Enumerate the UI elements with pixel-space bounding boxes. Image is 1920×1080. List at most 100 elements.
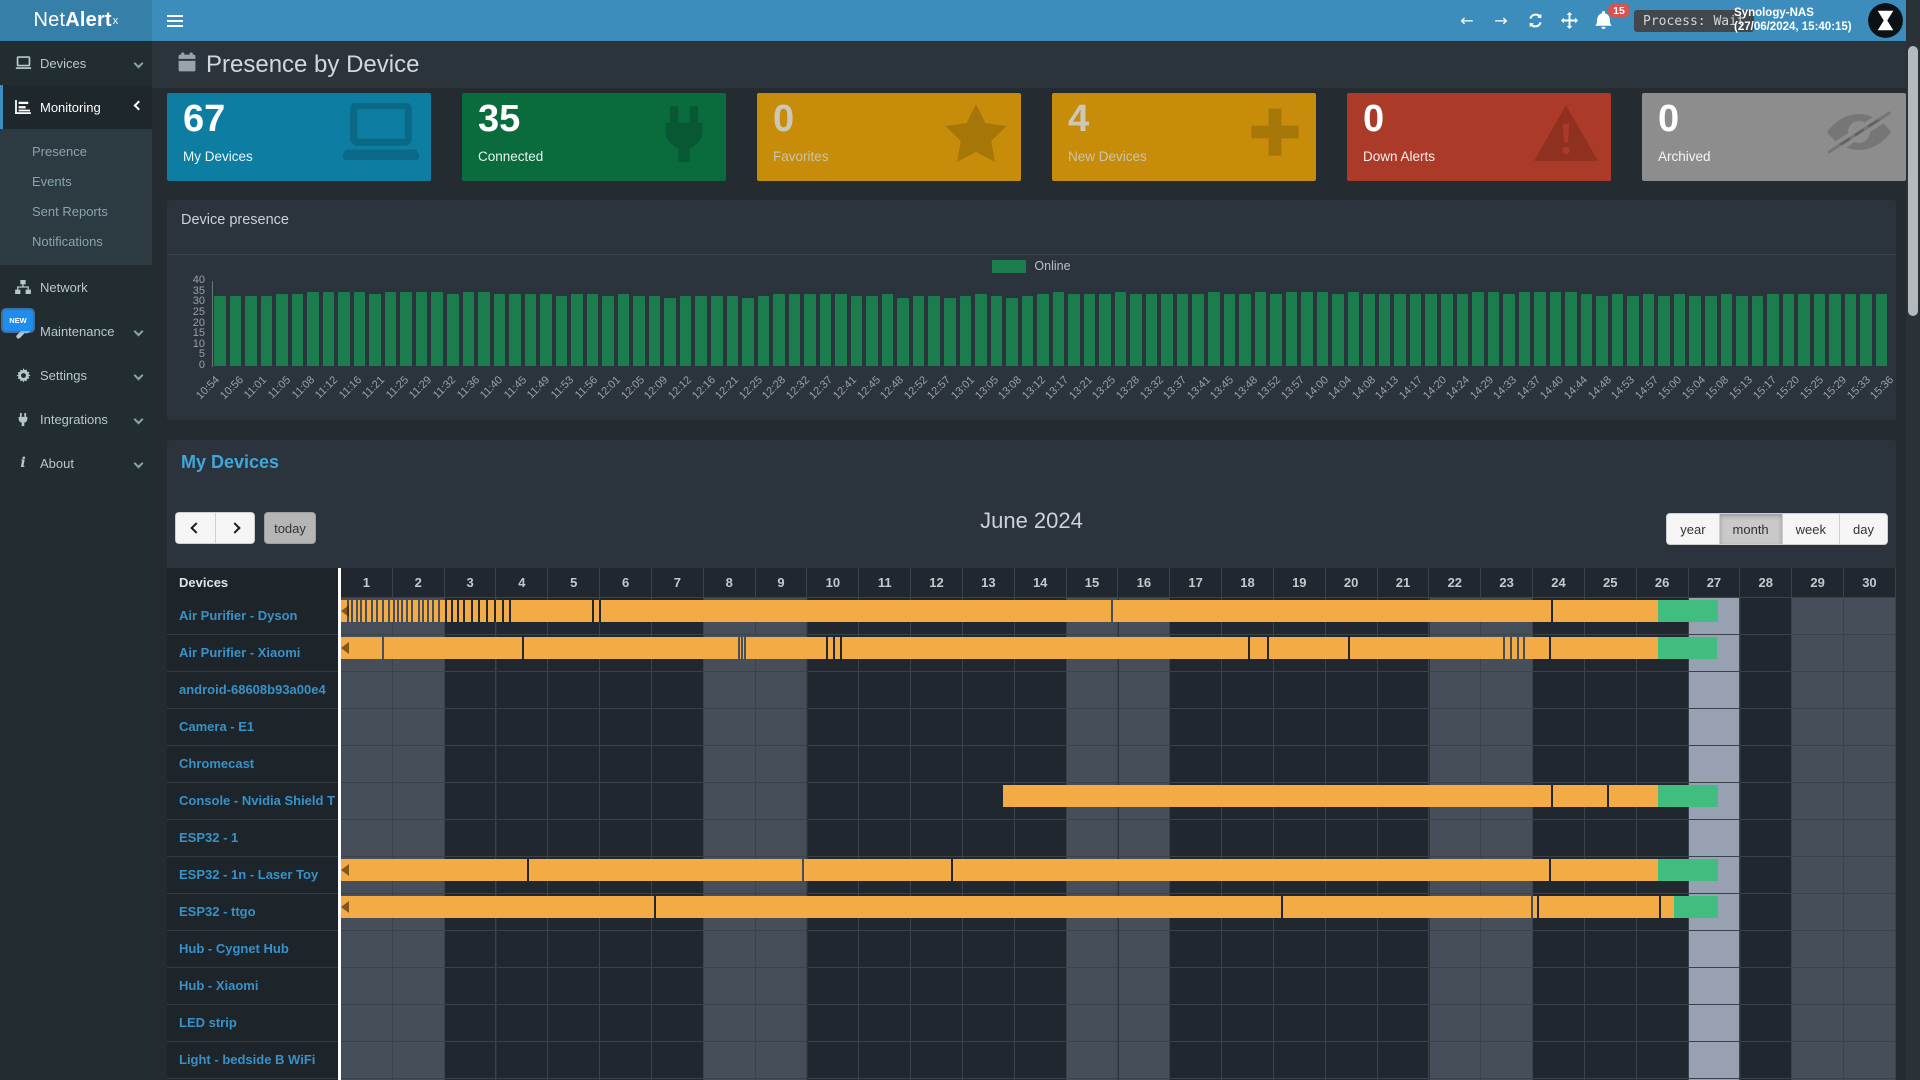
sidebar-item-devices[interactable]: Devices (0, 41, 152, 85)
view-year-button[interactable]: year (1666, 513, 1718, 545)
presence-bar (525, 294, 537, 366)
sidebar-item-settings[interactable]: Settings (0, 353, 152, 397)
presence-bar (540, 294, 552, 366)
device-link-led-strip[interactable]: LED strip (167, 1005, 338, 1042)
calendar-day-cell (652, 931, 704, 968)
presence-gap (1549, 859, 1551, 881)
calendar-day-cell (808, 968, 860, 1005)
view-day-button[interactable]: day (1839, 513, 1888, 545)
calendar-day-cell (341, 672, 393, 709)
presence-bar (633, 296, 645, 366)
page-scrollbar-track[interactable] (1906, 0, 1920, 1080)
calendar-day-cell (341, 783, 393, 820)
x-tick-label: 13:57 (1279, 374, 1307, 402)
device-link-esp32-ttgo[interactable]: ESP32 - ttgo (167, 894, 338, 931)
x-tick-label: 11:12 (313, 374, 340, 401)
stat-card-archived[interactable]: 0Archived (1642, 93, 1906, 181)
refresh-icon[interactable] (1520, 0, 1550, 41)
notification-count-badge[interactable]: 15 (1608, 3, 1630, 18)
sidebar-item-network[interactable]: Network (0, 265, 152, 309)
sidebar-item-integrations[interactable]: Integrations (0, 397, 152, 441)
presence-gap (1551, 785, 1553, 807)
device-link-esp32-1n-laser-toy[interactable]: ESP32 - 1n - Laser Toy (167, 857, 338, 894)
calendar-day-cell (1585, 1042, 1637, 1079)
device-link-chromecast[interactable]: Chromecast (167, 746, 338, 783)
x-tick-label: 10:54 (195, 374, 223, 402)
calendar-day-cell (1067, 968, 1119, 1005)
view-month-button[interactable]: month (1719, 513, 1782, 545)
device-link-android-68608b93a00e4[interactable]: android-68608b93a00e4 (167, 672, 338, 709)
move-icon[interactable] (1554, 0, 1584, 41)
calendar-day-cell (756, 820, 808, 857)
presence-bar (1472, 292, 1484, 366)
calendar-day-cell (1533, 709, 1585, 746)
calendar-day-cell (393, 709, 445, 746)
calendar-day-cell (859, 672, 911, 709)
sidebar-item-about[interactable]: i About (0, 441, 152, 485)
calendar-row: Light - bedside B WiFi (167, 1042, 1896, 1079)
nav-forward-icon[interactable]: → (1486, 0, 1516, 41)
x-tick-label: 11:45 (502, 374, 529, 401)
x-tick-label: 14:29 (1468, 374, 1496, 402)
sidebar-item-monitoring[interactable]: Monitoring (0, 85, 152, 129)
device-link-light-bedside-b-wifi[interactable]: Light - bedside B WiFi (167, 1042, 338, 1079)
presence-bar (1084, 294, 1096, 366)
presence-bar (820, 294, 832, 366)
calendar-day-cell (1844, 672, 1896, 709)
device-timeline (341, 746, 1896, 783)
sidebar-subitem-presence[interactable]: Presence (0, 137, 152, 167)
calendar-day-cell (1741, 1042, 1793, 1079)
stat-card-label: Down Alerts (1363, 149, 1435, 164)
calendar-day-cell (1274, 709, 1326, 746)
calendar-day-cell (445, 709, 497, 746)
calendar-day-cell (1222, 968, 1274, 1005)
stat-card-my-devices[interactable]: 67My Devices (167, 93, 431, 181)
device-link-air-purifier-xiaomi[interactable]: Air Purifier - Xiaomi (167, 635, 338, 672)
sidebar-toggle-icon[interactable] (152, 0, 198, 41)
sidebar-subitem-events[interactable]: Events (0, 167, 152, 197)
x-tick-label: 13:17 (1043, 374, 1071, 402)
nav-back-icon[interactable]: ← (1452, 0, 1482, 41)
presence-gap (351, 600, 353, 622)
chevron-down-icon (134, 101, 144, 111)
view-week-button[interactable]: week (1782, 513, 1839, 545)
presence-bar (1860, 294, 1872, 366)
calendar-day-cell (600, 672, 652, 709)
sidebar-subitem-sent-reports[interactable]: Sent Reports (0, 197, 152, 227)
calendar-day-cell (1481, 931, 1533, 968)
calendar-day-cell (1378, 931, 1430, 968)
calendar-day-cell (1430, 968, 1482, 1005)
calendar-day-cell (1844, 968, 1896, 1005)
calendar-day-cell (1533, 968, 1585, 1005)
calendar-day-cell (859, 1005, 911, 1042)
presence-bar-online-now (1674, 896, 1718, 918)
presence-bar (292, 294, 304, 366)
calendar-day-cell (808, 1042, 860, 1079)
app-logo[interactable]: NetAlertx (0, 0, 152, 41)
device-link-esp32-1[interactable]: ESP32 - 1 (167, 820, 338, 857)
stat-card-new-devices[interactable]: 4New Devices (1052, 93, 1316, 181)
sidebar-subitem-notifications[interactable]: Notifications (0, 227, 152, 257)
device-link-air-purifier-dyson[interactable]: Air Purifier - Dyson (167, 598, 338, 635)
user-avatar[interactable] (1868, 3, 1903, 38)
chart-bars (214, 281, 1888, 366)
calendar-row: ESP32 - ttgo (167, 894, 1896, 931)
stat-card-down-alerts[interactable]: 0Down Alerts (1347, 93, 1611, 181)
host-name: Synology-NAS (1734, 6, 1852, 20)
device-link-console-nvidia-shield-t[interactable]: Console - Nvidia Shield T (167, 783, 338, 820)
page-scrollbar-thumb[interactable] (1908, 46, 1918, 316)
device-link-hub-xiaomi[interactable]: Hub - Xiaomi (167, 968, 338, 1005)
calendar-day-cell (1430, 1005, 1482, 1042)
stat-card-connected[interactable]: 35Connected (462, 93, 726, 181)
stat-card-favorites[interactable]: 0Favorites (757, 93, 1021, 181)
x-tick-label: 12:32 (784, 374, 812, 402)
device-link-camera-e1[interactable]: Camera - E1 (167, 709, 338, 746)
device-link-hub-cygnet-hub[interactable]: Hub - Cygnet Hub (167, 931, 338, 968)
calendar-day-cell (1430, 746, 1482, 783)
day-header-5: 5 (548, 568, 600, 598)
presence-bar (1037, 294, 1049, 366)
calendar-rows: Air Purifier - DysonAir Purifier - Xiaom… (167, 598, 1896, 1080)
calendar-day-cell (1119, 820, 1171, 857)
calendar-day-cell (1533, 1042, 1585, 1079)
presence-bar (1379, 294, 1391, 366)
